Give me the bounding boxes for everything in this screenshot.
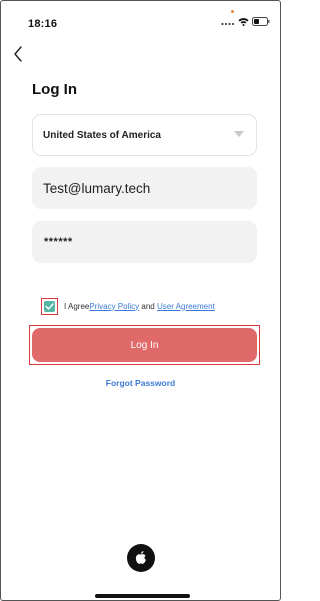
back-button[interactable] xyxy=(11,45,27,63)
agreement-conjunction: and xyxy=(141,301,155,311)
signal-dots-icon xyxy=(221,13,235,31)
phone-screen: 18:16 Log In United States of America Te… xyxy=(0,0,281,601)
agreement-row: I AgreePrivacy Policy and User Agreement xyxy=(41,297,215,315)
status-bar: 18:16 xyxy=(1,1,280,37)
forgot-password-link[interactable]: Forgot Password xyxy=(1,378,280,388)
chevron-left-icon xyxy=(14,46,22,62)
status-icons xyxy=(221,15,270,29)
login-button[interactable]: Log In xyxy=(32,328,257,362)
apple-icon xyxy=(135,551,146,564)
apple-signin-button[interactable] xyxy=(127,544,155,572)
checkmark-icon xyxy=(45,302,54,310)
password-field[interactable]: ****** xyxy=(32,221,257,263)
chevron-down-icon xyxy=(234,131,244,137)
wifi-icon xyxy=(238,13,249,31)
email-field[interactable]: Test@lumary.tech xyxy=(32,167,257,209)
checkbox-box xyxy=(44,300,55,312)
home-indicator xyxy=(95,594,190,598)
agreement-text: I AgreePrivacy Policy and User Agreement xyxy=(64,302,215,311)
status-time: 18:16 xyxy=(28,18,58,30)
user-agreement-link[interactable]: User Agreement xyxy=(157,302,215,311)
email-value: Test@lumary.tech xyxy=(43,180,151,196)
privacy-policy-link[interactable]: Privacy Policy xyxy=(89,302,139,311)
password-value: ****** xyxy=(44,236,73,248)
battery-icon xyxy=(252,13,270,31)
agreement-prefix: I Agree xyxy=(64,301,90,311)
agreement-checkbox[interactable] xyxy=(41,297,58,315)
country-select[interactable]: United States of America xyxy=(32,114,257,156)
country-value: United States of America xyxy=(43,129,161,141)
page-title: Log In xyxy=(32,81,77,98)
